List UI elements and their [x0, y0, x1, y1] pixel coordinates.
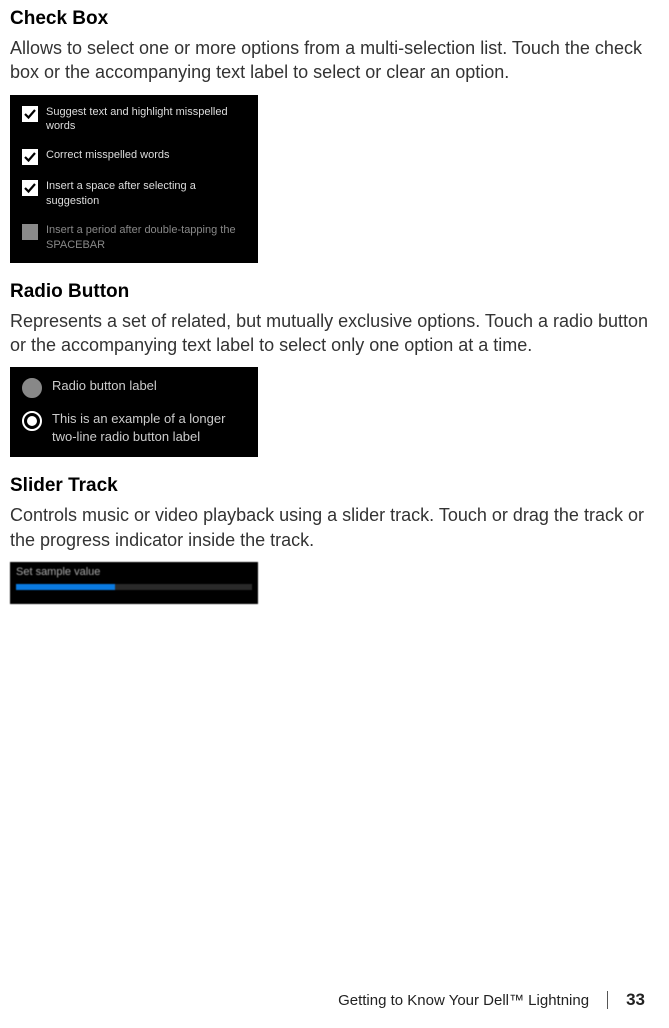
- checkbox-unchecked-icon: [22, 224, 38, 240]
- checkbox-label: Suggest text and highlight misspelled wo…: [46, 105, 246, 135]
- footer-chapter: Getting to Know Your Dell™ Lightning: [338, 992, 589, 1009]
- checkbox-label: Correct misspelled words: [46, 148, 169, 163]
- body-checkbox: Allows to select one or more options fro…: [10, 36, 659, 85]
- checkbox-row[interactable]: Insert a period after double-tapping the…: [22, 223, 246, 253]
- radio-selected-icon: [22, 411, 42, 431]
- heading-radio: Radio Button: [10, 281, 659, 303]
- slider-title: Set sample value: [16, 566, 252, 578]
- checkbox-row[interactable]: Suggest text and highlight misspelled wo…: [22, 105, 246, 135]
- example-checkbox: Suggest text and highlight misspelled wo…: [10, 95, 258, 263]
- slider-fill: [16, 584, 115, 590]
- radio-unselected-icon: [22, 378, 42, 398]
- checkbox-checked-icon: [22, 180, 38, 196]
- page-footer: Getting to Know Your Dell™ Lightning 33: [338, 990, 645, 1010]
- checkbox-checked-icon: [22, 106, 38, 122]
- body-slider: Controls music or video playback using a…: [10, 503, 659, 552]
- radio-label: Radio button label: [52, 377, 157, 395]
- checkbox-checked-icon: [22, 149, 38, 165]
- radio-row[interactable]: Radio button label: [22, 377, 246, 398]
- example-radio: Radio button label This is an example of…: [10, 367, 258, 457]
- heading-slider: Slider Track: [10, 475, 659, 497]
- body-radio: Represents a set of related, but mutuall…: [10, 309, 659, 358]
- heading-checkbox: Check Box: [10, 8, 659, 30]
- slider-track[interactable]: [16, 584, 252, 590]
- checkbox-label: Insert a space after selecting a suggest…: [46, 179, 246, 209]
- checkbox-row[interactable]: Correct misspelled words: [22, 148, 246, 165]
- checkbox-row[interactable]: Insert a space after selecting a suggest…: [22, 179, 246, 209]
- checkbox-label: Insert a period after double-tapping the…: [46, 223, 246, 253]
- footer-page-number: 33: [626, 990, 645, 1010]
- footer-divider-icon: [607, 991, 608, 1009]
- radio-row[interactable]: This is an example of a longer two-line …: [22, 410, 246, 445]
- radio-label: This is an example of a longer two-line …: [52, 410, 246, 445]
- example-slider: Set sample value: [10, 562, 258, 604]
